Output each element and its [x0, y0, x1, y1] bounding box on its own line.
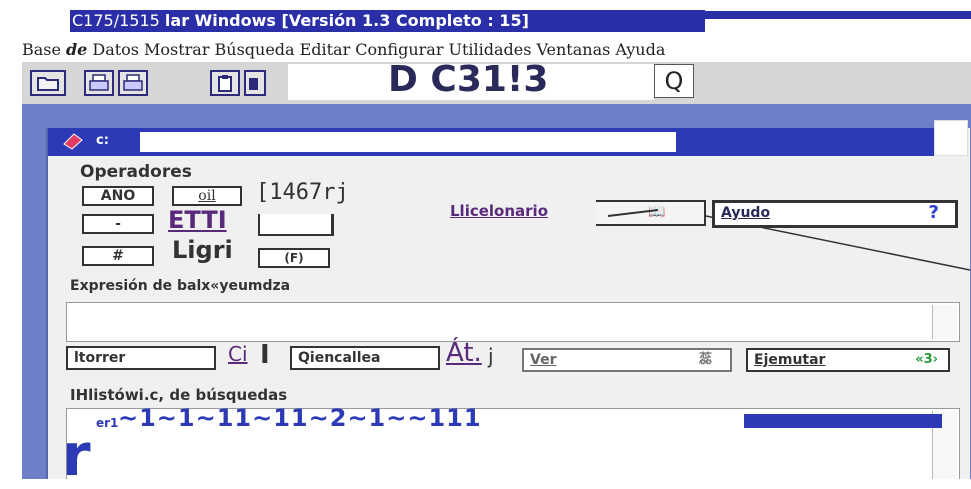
view-label: Ver [530, 352, 557, 368]
menu-de[interactable]: de [66, 40, 87, 59]
bottom-glyph: r [62, 421, 91, 489]
help-label: Ayudo [721, 205, 771, 221]
history-prefix: er1 [96, 416, 119, 430]
menu-ayuda[interactable]: Ayuda [615, 40, 665, 59]
help-button[interactable]: Ayudo ? [712, 200, 958, 228]
history-selected-highlight [744, 414, 942, 428]
clear-button[interactable]: ltorrer [66, 346, 216, 370]
caption-label: c: [96, 133, 109, 148]
operators-heading: Operadores [80, 162, 192, 182]
operator-blank-button[interactable] [258, 214, 334, 236]
history-label: IHlistówi.c, de búsquedas [70, 386, 288, 404]
clipboard-icon [218, 75, 232, 92]
menu-ventanas[interactable]: Ventanas [536, 40, 610, 59]
menu-base[interactable]: Base [22, 40, 61, 59]
operator-f-button[interactable]: (F) [258, 248, 330, 268]
clear-shortcut-label: Ci [228, 342, 248, 366]
folder-icon [37, 77, 59, 91]
operator-or-button[interactable]: oil [172, 186, 242, 206]
cancel-button[interactable]: Qiencallea [290, 346, 440, 370]
printer-icon [123, 74, 143, 91]
clipboard-button[interactable] [210, 70, 240, 96]
execute-button[interactable]: Ejemutar «3› [746, 348, 950, 372]
view-button[interactable]: Ver 蕊 [522, 348, 732, 372]
corner-panel [934, 120, 968, 156]
operator-not-button[interactable]: ETTI [168, 206, 227, 234]
expression-input[interactable] [66, 302, 960, 342]
menu-configurar[interactable]: Configurar [355, 40, 443, 59]
operator-and-button[interactable]: ANO [82, 186, 154, 206]
operator-ligri-button[interactable]: Ligri [172, 236, 233, 264]
copy-icon [249, 78, 258, 90]
execute-badge: «3› [915, 352, 938, 367]
printer-icon [89, 74, 109, 91]
title-prefix: C175/1515 [72, 11, 165, 30]
dictionary-label[interactable]: Llicelonario [450, 202, 548, 220]
operator-near-button[interactable]: [1467rj [256, 180, 349, 205]
title-main: lar Windows [Versión 1.3 Completo : 15] [164, 11, 529, 30]
execute-label: Ejemutar [754, 352, 826, 368]
title-bar-extension [705, 11, 971, 19]
operator-hash-button[interactable]: # [82, 246, 154, 266]
cancel-shortcut-label: Át. [446, 338, 482, 368]
caption-field[interactable] [140, 132, 676, 152]
cancel-suffix: j [488, 344, 494, 368]
menu-editar[interactable]: Editar [300, 40, 351, 59]
expression-label: Expresión de balx«yeumdza [70, 278, 291, 294]
menu-datos[interactable]: Datos [92, 40, 139, 59]
txt-printer-button[interactable] [84, 70, 114, 96]
history-entry[interactable]: ~1~1~11~11~2~1~~111 [118, 404, 482, 432]
eraser-icon [62, 132, 86, 154]
window-title: C175/1515 lar Windows [Versión 1.3 Compl… [72, 10, 529, 32]
question-icon: ? [928, 202, 939, 223]
toolbar-heading: D C31!3 [388, 59, 549, 100]
separator-glyph: I [260, 340, 270, 370]
menu-utilidades[interactable]: Utilidades [448, 40, 531, 59]
operator-dash-button[interactable]: - [82, 214, 154, 234]
view-icon: 蕊 [698, 352, 712, 367]
rtf-printer-button[interactable] [118, 70, 148, 96]
copy-button[interactable] [244, 70, 266, 96]
open-folder-button[interactable] [30, 70, 66, 96]
menu-busqueda[interactable]: Búsqueda [215, 40, 295, 59]
menu-mostrar[interactable]: Mostrar [144, 40, 210, 59]
search-button[interactable]: Q [654, 64, 694, 98]
expression-scrollbar[interactable] [932, 305, 957, 339]
